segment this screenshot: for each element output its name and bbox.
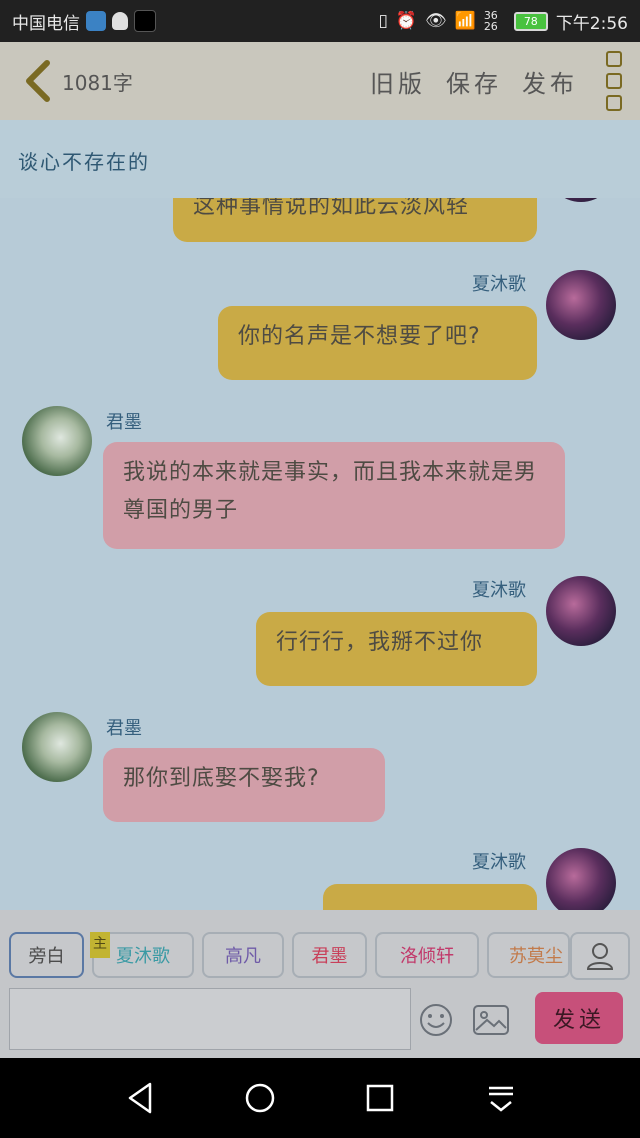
avatar[interactable] <box>546 848 616 910</box>
save-button[interactable]: 保存 <box>446 64 502 99</box>
story-title-bar: 谈心不存在的 <box>0 120 640 198</box>
recents-square-icon[interactable] <box>360 1078 400 1118</box>
chat-bubble[interactable]: 我说的本来就是事实，而且我本来就是男尊国的男子 <box>103 442 565 549</box>
status-bar: 中国电信 ▯ ⏰ 👁 📶 36 26 78 下午2:56 <box>0 0 640 42</box>
shield-icon <box>86 11 106 31</box>
old-version-button[interactable]: 旧版 <box>370 64 426 99</box>
role-tab-gao-fan[interactable]: 高凡 <box>202 932 284 978</box>
speaker-name: 君墨 <box>106 412 142 433</box>
chat-bubble[interactable]: 这种事情说的如此云淡风轻 <box>173 198 537 242</box>
back-button[interactable] <box>18 57 58 105</box>
avatar[interactable] <box>22 406 92 476</box>
emoji-icon[interactable] <box>418 1002 454 1038</box>
chat-bubble[interactable] <box>323 884 537 910</box>
editor-toolbar: 1081字 旧版 保存 发布 <box>0 42 640 120</box>
message-input[interactable] <box>9 988 411 1050</box>
role-tab-narration[interactable]: 旁白 <box>9 932 84 978</box>
eye-icon: 👁 <box>425 11 447 31</box>
avatar[interactable] <box>546 198 616 202</box>
notification-pull-down-icon[interactable] <box>481 1078 521 1118</box>
composer-panel: 旁白 夏沐歌 高凡 君墨 洛倾轩 苏莫尘 主 发送 <box>0 910 640 1058</box>
back-triangle-icon[interactable] <box>120 1078 160 1118</box>
tiktok-icon <box>134 10 156 32</box>
vibrate-icon: ▯ <box>378 11 388 31</box>
more-menu-icon[interactable] <box>606 51 622 111</box>
story-title[interactable]: 谈心不存在的 <box>18 150 150 174</box>
home-circle-icon[interactable] <box>240 1078 280 1118</box>
alarm-icon: ⏰ <box>395 11 418 31</box>
publish-button[interactable]: 发布 <box>522 64 578 99</box>
main-role-badge: 主 <box>90 932 110 958</box>
word-count: 1081字 <box>62 70 133 95</box>
avatar[interactable] <box>22 712 92 782</box>
carrier-label: 中国电信 <box>12 13 80 34</box>
network-label: 36 26 <box>483 9 498 33</box>
chevron-left-icon <box>26 60 50 102</box>
image-icon[interactable] <box>472 1002 510 1038</box>
send-button[interactable]: 发送 <box>535 992 623 1044</box>
qq-icon <box>112 12 128 30</box>
speaker-name: 夏沐歌 <box>472 274 526 295</box>
chat-bubble[interactable]: 那你到底娶不娶我? <box>103 748 385 822</box>
time-label: 下午2:56 <box>555 13 628 34</box>
system-nav-bar <box>0 1058 640 1138</box>
role-tab-luo-qing-xuan[interactable]: 洛倾轩 <box>375 932 479 978</box>
avatar[interactable] <box>546 270 616 340</box>
battery-icon: 78 <box>513 11 548 31</box>
role-tab-su-mo-chen[interactable]: 苏莫尘 <box>487 932 570 978</box>
chat-bubble[interactable]: 你的名声是不想要了吧? <box>218 306 537 380</box>
speaker-name: 夏沐歌 <box>472 580 526 601</box>
speaker-name: 夏沐歌 <box>472 852 526 873</box>
user-icon <box>586 943 614 970</box>
chat-bubble[interactable]: 行行行，我掰不过你 <box>256 612 537 686</box>
speaker-name: 君墨 <box>106 718 142 739</box>
role-tab-jun-mo[interactable]: 君墨 <box>292 932 367 978</box>
chat-area[interactable]: 这种事情说的如此云淡风轻 夏沐歌 你的名声是不想要了吧? 君墨 我说的本来就是事… <box>0 198 640 910</box>
profile-button[interactable] <box>570 932 630 980</box>
wifi-icon: 📶 <box>454 11 476 31</box>
avatar[interactable] <box>546 576 616 646</box>
